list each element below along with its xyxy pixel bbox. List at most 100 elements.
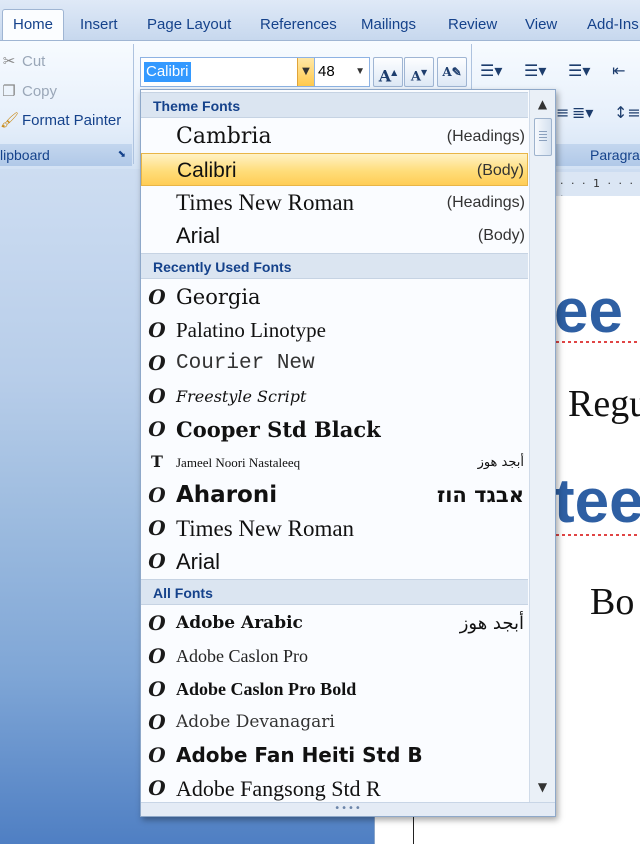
font-item-calibri[interactable]: Calibri (Body) [141, 153, 528, 186]
document-body-2: Bo [590, 581, 635, 623]
shrink-font-button[interactable]: A▼ [404, 57, 434, 87]
font-item-label: Georgia [176, 285, 261, 309]
font-item-label: Arial [176, 549, 221, 574]
font-name-value[interactable]: Calibri [144, 62, 191, 82]
cut-label: Cut [22, 53, 46, 70]
all-fonts-header: All Fonts [141, 579, 528, 605]
document-heading-2: tee [554, 467, 640, 536]
bullets-icon[interactable]: ☰▾ [480, 58, 502, 84]
font-item-times-new-roman-recent[interactable]: O Times New Roman [141, 512, 528, 545]
font-item-times-new-roman[interactable]: Times New Roman (Headings) [141, 186, 528, 219]
scrollbar-thumb[interactable] [534, 118, 552, 156]
paragraph-group-label: Paragra [556, 144, 640, 166]
font-item-jameel-noori-nastaleeq[interactable]: T Jameel Noori Nastaleeq أبجد هوز [141, 446, 528, 479]
scroll-down-arrow-icon[interactable]: ▼ [534, 779, 551, 796]
font-item-label: Freestyle Script [176, 387, 307, 406]
cut-button[interactable]: ✂ Cut [0, 52, 46, 70]
font-item-label: Arial [176, 223, 221, 248]
tab-add-ins[interactable]: Add-Ins [587, 10, 639, 40]
font-item-adobe-arabic[interactable]: O Adobe Arabic أبجد هوز [141, 607, 528, 640]
font-item-palatino-linotype[interactable]: O Palatino Linotype [141, 314, 528, 347]
numbering-icon[interactable]: ☰▾ [524, 58, 546, 84]
font-item-adobe-caslon-pro-bold[interactable]: O Adobe Caslon Pro Bold [141, 673, 528, 706]
font-role-tag: (Headings) [446, 128, 525, 145]
tab-references[interactable]: References [260, 10, 337, 40]
copy-label: Copy [22, 83, 58, 100]
font-item-label: Times New Roman [176, 516, 355, 541]
font-sample-text: أبجد هوز [477, 455, 524, 470]
grow-font-button[interactable]: A▲ [373, 57, 403, 87]
font-item-label: Jameel Noori Nastaleeq [176, 455, 301, 470]
tab-review[interactable]: Review [448, 10, 497, 40]
tab-home[interactable]: Home [2, 9, 64, 40]
format-painter-button[interactable]: 🖌 Format Painter [0, 111, 121, 129]
opentype-icon: O [148, 351, 166, 375]
truetype-icon: T [151, 452, 163, 471]
multilevel-list-icon[interactable]: ☰▾ [568, 58, 590, 84]
copy-button[interactable]: ❐ Copy [0, 82, 57, 100]
font-item-courier-new[interactable]: O Courier New [141, 347, 528, 380]
decrease-indent-icon[interactable]: ⇤ [612, 58, 625, 84]
opentype-icon: O [148, 384, 166, 408]
font-name-combobox[interactable]: Calibri ▼ [140, 57, 315, 87]
font-list-scrollbar[interactable]: ▲ ▼ [529, 90, 555, 802]
font-item-label: Palatino Linotype [176, 318, 326, 342]
font-item-arial-recent[interactable]: O Arial [141, 545, 528, 578]
font-item-cambria[interactable]: Cambria (Headings) [141, 120, 528, 153]
scissors-icon: ✂ [2, 53, 16, 70]
font-item-label: Adobe Caslon Pro [176, 646, 308, 666]
tab-page-layout[interactable]: Page Layout [147, 10, 231, 40]
opentype-icon: O [148, 417, 166, 441]
line-spacing-icon[interactable]: ↕≡ [614, 100, 640, 126]
opentype-icon: O [148, 549, 166, 573]
tab-view[interactable]: View [525, 10, 557, 40]
opentype-icon: O [148, 644, 166, 668]
opentype-icon: O [148, 516, 166, 540]
opentype-icon: O [148, 677, 166, 701]
font-item-arial[interactable]: Arial (Body) [141, 219, 528, 252]
opentype-icon: O [148, 776, 166, 800]
font-item-georgia[interactable]: O Georgia [141, 281, 528, 314]
font-item-cooper-std-black[interactable]: O Cooper Std Black [141, 413, 528, 446]
scroll-up-arrow-icon[interactable]: ▲ [534, 96, 551, 113]
spelling-squiggle [556, 341, 640, 343]
align-left-icon[interactable]: ≡ [556, 100, 569, 126]
font-item-adobe-devanagari[interactable]: O Adobe Devanagari [141, 706, 528, 739]
font-item-aharoni[interactable]: O Aharoni אבגד הוז [141, 479, 528, 512]
font-item-adobe-fangsong-std-r[interactable]: O Adobe Fangsong Std R [141, 772, 528, 805]
chevron-down-icon[interactable]: ▼ [352, 58, 365, 86]
clear-formatting-button[interactable]: A✎ [437, 57, 467, 87]
font-size-value[interactable]: 48 [315, 63, 335, 80]
justify-icon[interactable]: ≣▾ [572, 100, 593, 126]
font-item-freestyle-script[interactable]: O Freestyle Script [141, 380, 528, 413]
font-role-tag: (Headings) [446, 194, 525, 211]
tab-mailings[interactable]: Mailings [361, 10, 416, 40]
font-role-tag: (Body) [477, 227, 525, 244]
paintbrush-icon: 🖌 [0, 112, 20, 129]
tab-insert[interactable]: Insert [80, 10, 118, 40]
font-size-combobox[interactable]: 48 ▼ [314, 57, 370, 87]
font-item-adobe-caslon-pro[interactable]: O Adobe Caslon Pro [141, 640, 528, 673]
opentype-icon: O [148, 611, 166, 635]
font-sample-text: أبجد هوز [459, 613, 524, 634]
font-item-label: Courier New [176, 352, 315, 375]
font-item-label: Times New Roman [176, 190, 355, 215]
clipboard-group-label: lipboard ⬊ [0, 144, 132, 166]
font-sample-text: אבגד הוז [436, 483, 524, 507]
resize-grip[interactable]: •••• [141, 802, 555, 816]
document-heading-1: ee [554, 277, 623, 346]
font-item-label: Aharoni [176, 482, 278, 508]
font-item-adobe-fan-heiti-std-b[interactable]: O Adobe Fan Heiti Std B [141, 739, 528, 772]
font-item-label: Cooper Std Black [176, 417, 381, 442]
opentype-icon: O [148, 285, 166, 309]
chevron-down-icon[interactable]: ▼ [297, 58, 314, 86]
copy-icon: ❐ [2, 83, 16, 100]
opentype-icon: O [148, 318, 166, 342]
document-body-1: Regu [568, 383, 640, 425]
opentype-icon: O [148, 483, 166, 507]
dialog-launcher-icon[interactable]: ⬊ [118, 144, 126, 166]
format-painter-label: Format Painter [22, 112, 122, 129]
font-item-label: Adobe Arabic [176, 613, 303, 633]
theme-fonts-header: Theme Fonts [141, 92, 528, 118]
font-dropdown[interactable]: Theme Fonts Cambria (Headings) Calibri (… [140, 89, 556, 817]
